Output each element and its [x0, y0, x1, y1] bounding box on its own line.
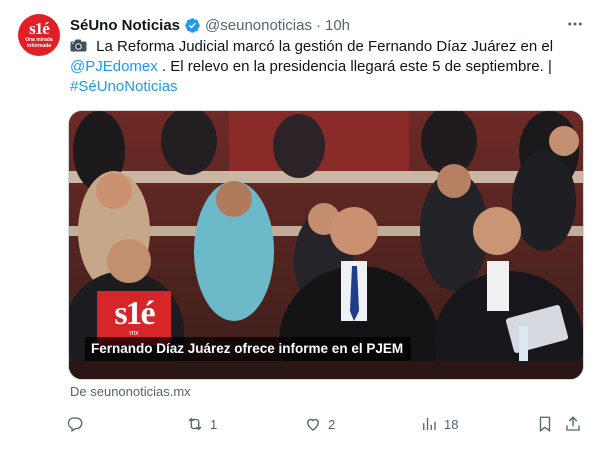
retweet-count: 1	[210, 416, 218, 432]
tweet-line-2-text: . El relevo en la presidencia llegará es…	[157, 58, 552, 75]
timestamp[interactable]: 10h	[325, 17, 350, 34]
share-button[interactable]	[564, 414, 582, 434]
tweet-line-3: #SéUnoNoticias	[70, 77, 580, 97]
views-icon	[423, 418, 436, 430]
bookmark-icon	[539, 416, 551, 433]
tweet-media-image[interactable]: s1é mx Fernando Díaz Juárez ofrece infor…	[68, 110, 584, 380]
action-bar: 1 2 18	[66, 414, 586, 434]
like-count: 2	[328, 416, 336, 432]
mention-link[interactable]: @PJEdomex	[70, 58, 158, 75]
separator-dot: ·	[316, 16, 321, 34]
views-count: 18	[444, 416, 459, 432]
tweet-line-1-text: La Reforma Judicial marcó la gestión de …	[92, 38, 554, 55]
link-source[interactable]: De seunonoticias.mx	[70, 384, 191, 399]
tweet-line-1: La Reforma Judicial marcó la gestión de …	[70, 37, 580, 57]
account-handle[interactable]: @seunonoticias	[205, 17, 312, 34]
tweet-card[interactable]: s1é Una mirada informada SéUno Noticias …	[0, 0, 599, 450]
media-caption: Fernando Díaz Juárez ofrece informe en e…	[85, 337, 412, 361]
views-button[interactable]: 18	[420, 414, 458, 434]
camera-icon	[70, 39, 87, 52]
verified-badge-icon	[185, 17, 200, 33]
avatar[interactable]: s1é Una mirada informada	[18, 14, 60, 56]
like-button[interactable]: 2	[304, 414, 335, 434]
bookmark-button[interactable]	[536, 414, 554, 434]
reply-icon	[67, 417, 83, 432]
hashtag-link[interactable]: #SéUnoNoticias	[70, 78, 178, 95]
tweet-line-2: @PJEdomex . El relevo en la presidencia …	[70, 57, 580, 77]
avatar-logo: s1é	[29, 19, 50, 38]
account-name[interactable]: SéUno Noticias	[70, 17, 180, 34]
overlay-logo-text: s1é	[114, 295, 155, 332]
retweet-icon	[188, 417, 202, 431]
tweet-header: SéUno Noticias @seunonoticias · 10h	[70, 15, 350, 35]
retweet-button[interactable]: 1	[186, 414, 217, 434]
like-icon	[307, 418, 319, 431]
more-options-icon[interactable]	[564, 14, 586, 34]
tweet-text: La Reforma Judicial marcó la gestión de …	[70, 37, 580, 97]
share-icon	[566, 416, 580, 431]
reply-button[interactable]	[66, 414, 90, 434]
avatar-tagline: Una mirada informada	[25, 37, 53, 49]
